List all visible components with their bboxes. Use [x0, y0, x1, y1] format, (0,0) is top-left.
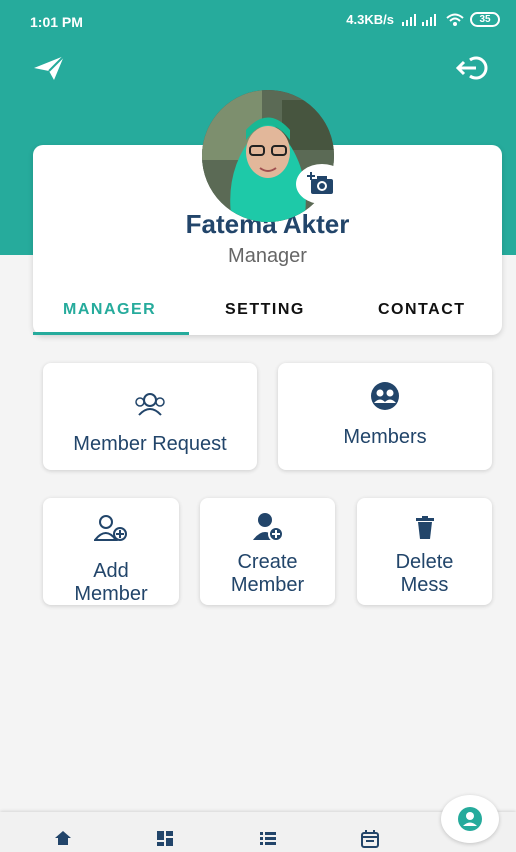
- bottom-nav: [0, 812, 516, 852]
- add-member-icon: [94, 515, 127, 541]
- delete-mess-label: Delete Mess: [357, 551, 492, 597]
- member-request-tile[interactable]: Member Request: [43, 363, 257, 470]
- profile-role: Manager: [228, 245, 307, 267]
- delete-mess-tile[interactable]: Delete Mess: [357, 498, 492, 605]
- tab-setting[interactable]: SETTING: [225, 301, 305, 319]
- status-bar: 1:01 PM 4.3KB/s 35: [0, 0, 516, 40]
- create-member-label-line2: Member: [230, 574, 305, 596]
- list-icon[interactable]: [259, 830, 277, 846]
- add-member-label-line2: Member: [74, 583, 148, 605]
- status-icons: 35: [400, 12, 500, 27]
- status-time: 1:01 PM: [30, 14, 83, 30]
- profile-fab[interactable]: [441, 795, 499, 843]
- calendar-icon[interactable]: [361, 830, 379, 848]
- tab-manager[interactable]: MANAGER: [63, 301, 156, 319]
- member-request-label: Member Request: [73, 433, 227, 455]
- create-member-label-line1: Create: [237, 551, 298, 573]
- add-photo-button[interactable]: [296, 164, 348, 204]
- delete-mess-label-line1: Delete: [395, 551, 454, 573]
- tab-contact[interactable]: CONTACT: [378, 301, 466, 319]
- send-icon[interactable]: [32, 54, 66, 82]
- wifi-icon: [446, 13, 464, 26]
- status-right: 4.3KB/s 35: [346, 12, 500, 27]
- battery-indicator: 35: [470, 12, 500, 27]
- profile-icon: [458, 807, 482, 831]
- create-member-tile[interactable]: Create Member: [200, 498, 335, 605]
- delete-mess-label-line2: Mess: [400, 574, 449, 596]
- delete-icon: [415, 516, 434, 539]
- signal-icon: [402, 13, 436, 26]
- member-request-icon: [135, 393, 165, 416]
- profile-tabs: MANAGER SETTING CONTACT: [33, 295, 502, 335]
- members-tile[interactable]: Members: [278, 363, 492, 470]
- tab-indicator: [33, 332, 189, 335]
- add-member-label: Add Member: [43, 560, 179, 606]
- home-icon[interactable]: [54, 830, 72, 846]
- members-icon: [371, 382, 399, 410]
- network-speed: 4.3KB/s: [346, 12, 394, 27]
- logout-icon[interactable]: [456, 54, 490, 82]
- dashboard-icon[interactable]: [156, 830, 174, 846]
- members-label: Members: [343, 426, 427, 448]
- create-member-label: Create Member: [200, 551, 335, 597]
- add-member-tile[interactable]: Add Member: [43, 498, 179, 605]
- add-member-label-line1: Add: [93, 560, 129, 582]
- create-member-icon: [252, 513, 284, 542]
- add-photo-icon: [307, 172, 333, 194]
